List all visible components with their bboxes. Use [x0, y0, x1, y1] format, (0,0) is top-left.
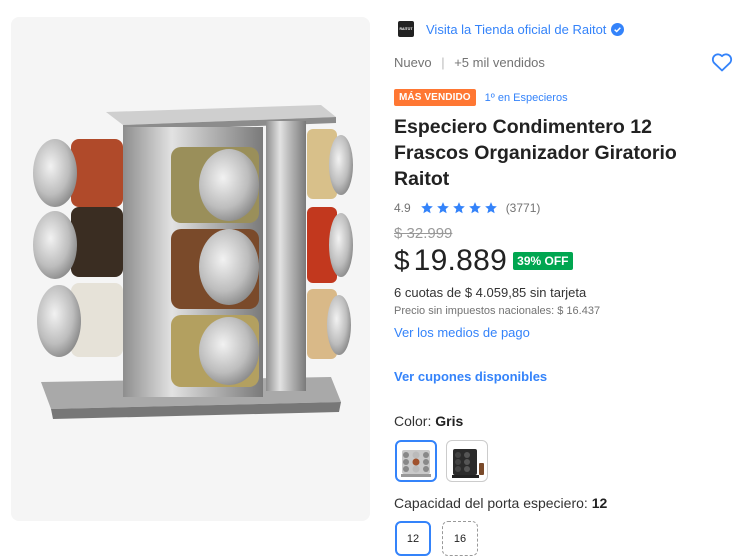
product-meta: Nuevo | +5 mil vendidos	[394, 55, 545, 70]
best-seller-badge: MÁS VENDIDO	[394, 89, 476, 106]
official-store-row[interactable]: RAITOT Visita la Tienda oficial de Raito…	[394, 19, 625, 39]
color-swatch-gris[interactable]	[395, 440, 437, 482]
store-logo: RAITOT	[398, 21, 414, 37]
black-rack-thumbnail	[452, 449, 484, 478]
star-icon	[436, 202, 449, 214]
price-row: $ 19.889 39% OFF	[394, 244, 573, 278]
rating-count: (3771)	[505, 201, 541, 215]
meta-separator: |	[441, 55, 445, 70]
official-store-link[interactable]: Visita la Tienda oficial de Raitot	[426, 22, 606, 37]
currency-symbol: $	[394, 245, 410, 276]
product-image-gallery[interactable]	[11, 17, 370, 521]
condition-text: Nuevo	[394, 55, 432, 70]
capacity-option-16[interactable]: 16	[442, 521, 478, 556]
sold-count: +5 mil vendidos	[454, 55, 545, 70]
store-logo-text: RAITOT	[399, 27, 413, 31]
color-swatch-negro[interactable]	[446, 440, 488, 482]
payment-methods-link[interactable]: Ver los medios de pago	[394, 325, 530, 340]
color-label: Color:	[394, 413, 436, 429]
color-selected: Gris	[435, 413, 464, 429]
rating-row[interactable]: 4.9 (3771)	[394, 201, 540, 215]
price-without-taxes: Precio sin impuestos nacionales: $ 16.43…	[394, 305, 601, 317]
current-price: 19.889	[413, 244, 508, 277]
product-info-panel: RAITOT Visita la Tienda oficial de Raito…	[394, 0, 739, 560]
star-icon	[452, 202, 465, 214]
star-icon	[468, 202, 481, 214]
capacity-option-12[interactable]: 12	[395, 521, 431, 556]
discount-badge: 39% OFF	[513, 252, 573, 270]
gray-rack-thumbnail	[401, 450, 431, 477]
capacity-selected: 12	[591, 495, 608, 511]
capacity-label: Capacidad del porta especiero:	[394, 495, 592, 511]
color-label-row: Color: Gris	[394, 413, 463, 429]
capacity-label-row: Capacidad del porta especiero: 12	[394, 495, 607, 511]
star-icon	[484, 202, 497, 214]
coupons-link[interactable]: Ver cupones disponibles	[394, 369, 547, 384]
badge-row: MÁS VENDIDO 1º en Especieros	[394, 89, 568, 106]
favorite-heart-icon[interactable]	[710, 50, 734, 74]
product-title: Especiero Condimentero 12 Frascos Organi…	[394, 116, 677, 190]
rating-stars	[420, 201, 500, 215]
installments-text: 6 cuotas de $ 4.059,85 sin tarjeta	[394, 285, 587, 300]
spice-rack-image	[33, 105, 353, 419]
rating-score: 4.9	[394, 201, 411, 215]
verified-check-icon	[611, 22, 625, 36]
original-price: $ 32.999	[394, 225, 453, 242]
star-icon	[420, 202, 433, 214]
category-rank-link[interactable]: 1º en Especieros	[485, 92, 568, 104]
